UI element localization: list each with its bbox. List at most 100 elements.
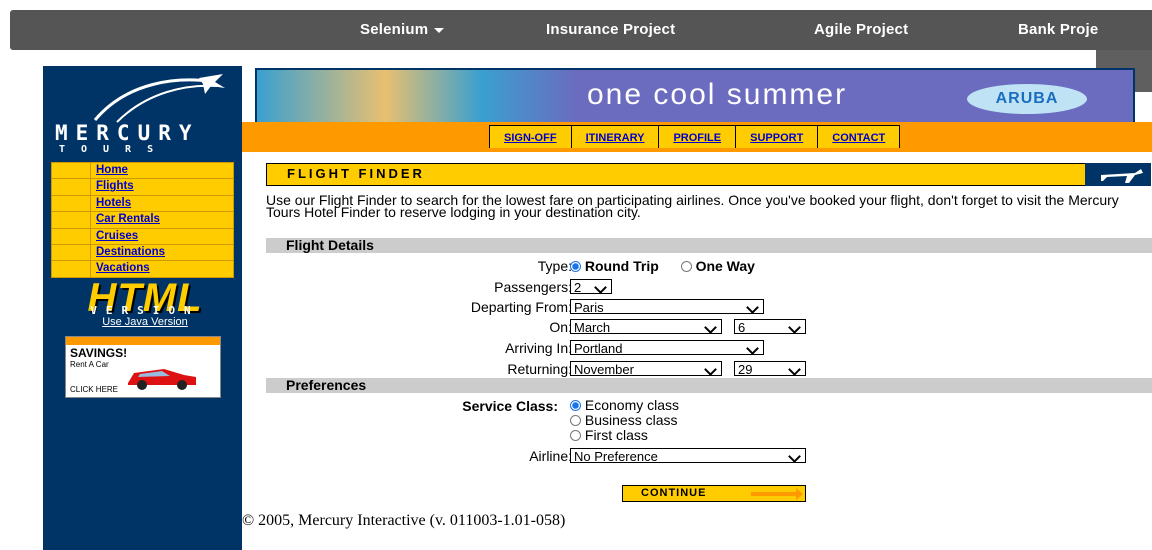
departing-from-label: Departing From: — [470, 299, 572, 315]
sidebar-item-label[interactable]: Vacations — [91, 261, 233, 277]
ad-cta: CLICK HERE — [70, 385, 119, 394]
menu-bullet — [52, 179, 91, 195]
tab-support[interactable]: SUPPORT — [736, 125, 819, 148]
departing-from-value: Paris — [574, 300, 604, 315]
menu-bullet — [52, 228, 91, 244]
rent-a-car-ad[interactable]: SAVINGS! Rent A Car CLICK HERE — [65, 336, 221, 398]
service-class-label: Service Class: — [462, 398, 558, 414]
sidebar-item-hotels[interactable]: Hotels — [51, 195, 234, 213]
promo-banner[interactable]: one cool summer ARUBA — [255, 68, 1135, 124]
type-label: Type: — [537, 258, 572, 274]
tab-profile[interactable]: PROFILE — [659, 125, 737, 148]
sidebar-menu: Home Flights Hotels Car Rentals Cruises … — [51, 162, 234, 278]
nav-agile-project[interactable]: Agile Project — [814, 10, 908, 50]
logo-subtitle: TOURS — [59, 144, 170, 155]
chevron-down-icon — [788, 321, 801, 334]
depart-day-select[interactable]: 6 — [734, 319, 806, 335]
radio-first[interactable] — [570, 430, 581, 441]
depart-month-select[interactable]: March — [570, 319, 722, 335]
flight-finder-header: FLIGHT FINDER — [266, 163, 1086, 186]
menu-bullet — [52, 195, 91, 212]
tab-sign-off[interactable]: SIGN-OFF — [489, 125, 572, 148]
one-way-label: One Way — [695, 258, 755, 274]
chevron-down-icon — [746, 342, 759, 355]
radio-business[interactable] — [570, 415, 581, 426]
banner-text: one cool summer — [587, 78, 848, 111]
option-business: Business class — [570, 413, 679, 428]
section-title: Flight Details — [286, 237, 374, 253]
sidebar-item-flights[interactable]: Flights — [51, 179, 234, 196]
copyright-text: © 2005, Mercury Interactive (v. 011003-1… — [242, 512, 566, 529]
airplane-icon — [1101, 169, 1143, 183]
sidebar-item-destinations[interactable]: Destinations — [51, 244, 234, 262]
sidebar-item-label[interactable]: Flights — [91, 179, 233, 195]
arriving-in-label: Arriving In: — [505, 340, 572, 356]
nav-selenium[interactable]: Selenium — [360, 10, 445, 50]
passengers-value: 2 — [574, 280, 582, 295]
passengers-select[interactable]: 2 — [570, 279, 612, 295]
page-title: FLIGHT FINDER — [287, 166, 425, 181]
section-flight-details: Flight Details — [266, 238, 1152, 253]
sidebar-item-cruises[interactable]: Cruises — [51, 228, 234, 245]
continue-button[interactable]: CONTINUE — [622, 485, 806, 502]
caret-down-icon — [434, 27, 445, 33]
header-plane-box — [1085, 163, 1151, 186]
chevron-down-icon — [788, 450, 801, 463]
sidebar-item-label[interactable]: Home — [91, 163, 233, 179]
chevron-down-icon — [704, 321, 717, 334]
tab-contact[interactable]: CONTACT — [818, 125, 901, 148]
banner-photo — [257, 70, 577, 122]
sidebar-item-label[interactable]: Cruises — [91, 228, 233, 244]
radio-one-way[interactable] — [680, 261, 692, 272]
round-trip-label: Round Trip — [584, 258, 659, 274]
airline-select[interactable]: No Preference — [570, 448, 806, 464]
tab-itinerary[interactable]: ITINERARY — [571, 125, 660, 148]
continue-label: CONTINUE — [641, 487, 707, 499]
return-day-select[interactable]: 29 — [734, 361, 806, 377]
sidebar-item-label[interactable]: Car Rentals — [91, 212, 233, 228]
return-month-select[interactable]: November — [570, 361, 722, 377]
ad-subtitle: Rent A Car — [70, 360, 109, 369]
sidebar-item-label[interactable]: Destinations — [91, 244, 233, 261]
option-first: First class — [570, 428, 679, 443]
section-preferences: Preferences — [266, 378, 1152, 393]
airline-value: No Preference — [574, 449, 658, 464]
economy-label: Economy class — [584, 397, 680, 413]
arriving-in-value: Portland — [574, 341, 623, 356]
radio-round-trip[interactable] — [570, 261, 581, 272]
chevron-down-icon — [704, 363, 717, 376]
sidebar-item-home[interactable]: Home — [51, 162, 234, 180]
menu-bullet — [52, 261, 91, 277]
logo-wordmark: MERCURY — [55, 121, 200, 145]
ad-top-bar — [66, 337, 220, 345]
top-nav: Selenium Insurance Project Agile Project… — [10, 10, 1152, 50]
nav-bank-project[interactable]: Bank Proje — [1018, 10, 1098, 50]
on-date-label: On: — [549, 319, 572, 335]
intro-text: Use our Flight Finder to search for the … — [266, 192, 1119, 220]
chevron-down-icon — [746, 301, 759, 314]
aruba-logo: ARUBA — [967, 84, 1087, 114]
option-economy: Economy class — [570, 398, 679, 413]
radio-economy[interactable] — [570, 400, 581, 411]
sidebar-item-car-rentals[interactable]: Car Rentals — [51, 212, 234, 229]
arriving-in-select[interactable]: Portland — [570, 340, 764, 356]
chevron-down-icon — [788, 363, 801, 376]
car-icon — [128, 369, 196, 390]
returning-label: Returning: — [507, 361, 572, 377]
menu-bullet — [52, 163, 91, 179]
left-sidebar: MERCURY TOURS Home Flights Hotels Car Re… — [43, 66, 242, 550]
first-label: First class — [584, 427, 648, 443]
return-day-value: 29 — [738, 362, 753, 377]
sidebar-item-label[interactable]: Hotels — [91, 195, 233, 212]
depart-month-value: March — [574, 320, 611, 335]
passengers-label: Passengers: — [494, 279, 572, 295]
chevron-down-icon — [594, 281, 607, 294]
java-version-link[interactable]: Use Java Version — [65, 316, 225, 328]
menu-bullet — [52, 244, 91, 261]
return-month-value: November — [574, 362, 634, 377]
nav-insurance-project[interactable]: Insurance Project — [546, 10, 675, 50]
depart-day-value: 6 — [738, 320, 746, 335]
ad-title: SAVINGS! — [70, 346, 128, 360]
service-class-options: Economy class Business class First class — [570, 398, 679, 443]
departing-from-select[interactable]: Paris — [570, 299, 764, 315]
